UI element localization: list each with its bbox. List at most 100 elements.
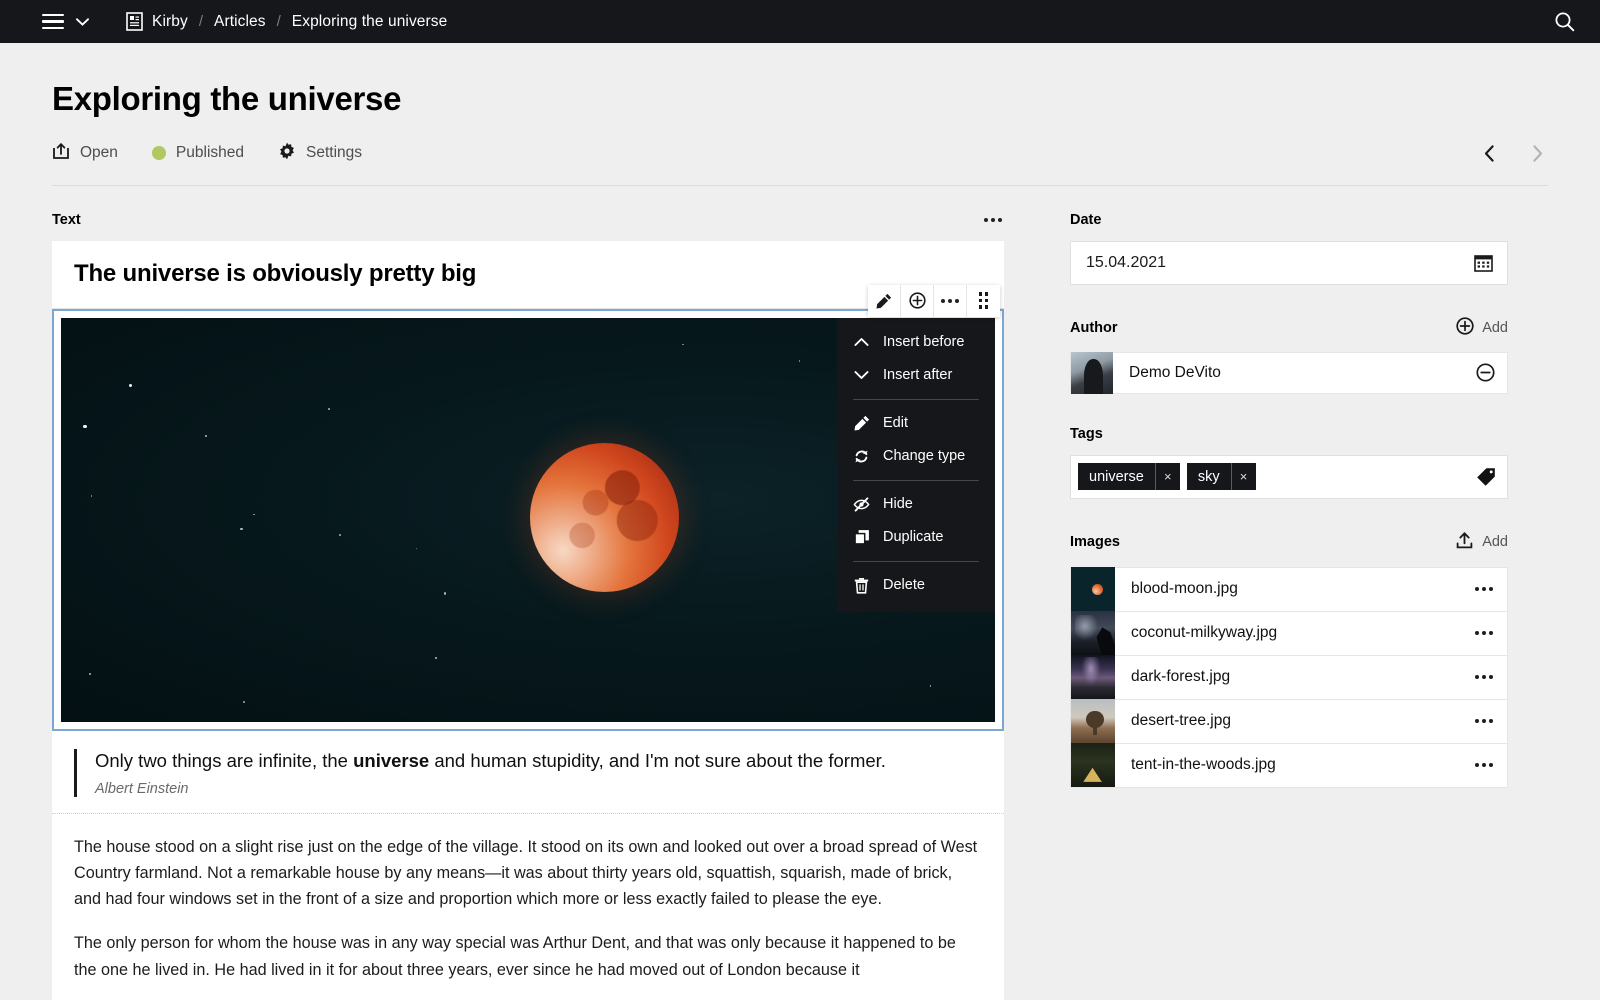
ellipsis-icon[interactable]	[982, 214, 1004, 226]
pencil-icon[interactable]	[868, 285, 901, 317]
thumbnail	[1071, 567, 1115, 611]
quote-inner: Only two things are infinite, the univer…	[74, 749, 982, 797]
page-icon	[126, 12, 143, 31]
author-field-header: Author Add	[1070, 317, 1508, 339]
quote-emphasis: universe	[353, 750, 429, 771]
tag-label: universe	[1078, 469, 1155, 485]
image-filename: blood-moon.jpg	[1115, 580, 1461, 598]
ellipsis-icon[interactable]	[1461, 719, 1507, 723]
menu-separator	[853, 480, 979, 481]
close-icon[interactable]: ×	[1231, 463, 1256, 490]
block-quote[interactable]: Only two things are infinite, the univer…	[52, 731, 1004, 814]
drag-handle-icon[interactable]	[967, 285, 1000, 317]
menu-item-edit[interactable]: Edit	[837, 407, 995, 440]
author-name: Demo DeVito	[1113, 364, 1463, 382]
block-image-selected[interactable]: Insert before Insert after	[52, 309, 1004, 731]
menu-label: Edit	[883, 415, 908, 431]
refresh-icon	[853, 448, 870, 465]
list-item[interactable]: tent-in-the-woods.jpg	[1071, 744, 1507, 788]
menu-item-insert-after[interactable]: Insert after	[837, 359, 995, 392]
list-item[interactable]: coconut-milkyway.jpg	[1071, 612, 1507, 656]
ellipsis-icon[interactable]	[1461, 587, 1507, 591]
breadcrumb-item-articles[interactable]: Articles	[214, 13, 266, 31]
quote-text: Only two things are infinite, the univer…	[95, 749, 982, 774]
date-label: Date	[1070, 212, 1101, 228]
copy-icon	[853, 529, 870, 546]
chevron-down-icon[interactable]	[72, 12, 92, 32]
thumbnail	[1071, 699, 1115, 743]
images-list: blood-moon.jpg coconut-milkyway.jpg dark…	[1070, 567, 1508, 788]
paragraph: The house stood on a slight rise just on…	[74, 834, 982, 913]
menu-item-insert-before[interactable]: Insert before	[837, 326, 995, 359]
list-item[interactable]: blood-moon.jpg	[1071, 568, 1507, 612]
block-toolbar	[868, 285, 1000, 317]
status-button[interactable]: Published	[152, 144, 244, 162]
quote-text-after: and human stupidity, and I'm not sure ab…	[429, 750, 886, 771]
images-add-button[interactable]: Add	[1455, 531, 1508, 554]
text-field-label: Text	[52, 212, 81, 228]
page-container: Exploring the universe Open Published	[0, 43, 1600, 1000]
tag-sky[interactable]: sky ×	[1187, 463, 1256, 490]
date-field: Date 15.04.2021	[1070, 212, 1508, 285]
close-icon[interactable]: ×	[1155, 463, 1180, 490]
menu-item-hide[interactable]: Hide	[837, 488, 995, 521]
list-item[interactable]: desert-tree.jpg	[1071, 700, 1507, 744]
images-field-header: Images Add	[1070, 531, 1508, 554]
blood-moon-graphic	[530, 443, 679, 592]
breadcrumb-item-kirby[interactable]: Kirby	[152, 13, 188, 31]
ellipsis-icon[interactable]	[1461, 763, 1507, 767]
chevron-left-icon[interactable]	[1478, 142, 1500, 164]
tags-label: Tags	[1070, 426, 1103, 442]
menu-item-duplicate[interactable]: Duplicate	[837, 521, 995, 554]
open-external-icon	[52, 142, 70, 165]
minus-circle-icon[interactable]	[1463, 363, 1507, 382]
menu-label: Duplicate	[883, 529, 943, 545]
menu-item-delete[interactable]: Delete	[837, 569, 995, 602]
chevron-right-icon[interactable]	[1526, 142, 1548, 164]
image-filename: coconut-milkyway.jpg	[1115, 624, 1461, 642]
tag-icon[interactable]	[1475, 466, 1497, 488]
text-field-header: Text	[52, 212, 1004, 228]
block-text[interactable]: The house stood on a slight rise just on…	[52, 814, 1004, 1000]
top-navigation-bar: Kirby / Articles / Exploring the univers…	[0, 0, 1600, 43]
images-label: Images	[1070, 534, 1120, 550]
open-label: Open	[80, 144, 118, 162]
images-add-label: Add	[1482, 534, 1508, 550]
block-heading[interactable]: The universe is obviously pretty big	[52, 241, 1004, 309]
date-input[interactable]: 15.04.2021	[1070, 241, 1508, 285]
gear-icon	[278, 142, 296, 165]
avatar	[1071, 352, 1113, 394]
plus-circle-icon[interactable]	[901, 285, 934, 317]
calendar-icon[interactable]	[1472, 252, 1494, 274]
topbar-left-group: Kirby / Articles / Exploring the univers…	[42, 12, 447, 32]
image-filename: tent-in-the-woods.jpg	[1115, 756, 1461, 774]
ellipsis-icon[interactable]	[1461, 675, 1507, 679]
list-item[interactable]: dark-forest.jpg	[1071, 656, 1507, 700]
ellipsis-icon[interactable]	[934, 285, 967, 317]
tags-input[interactable]: universe × sky ×	[1070, 455, 1508, 499]
image-filename: desert-tree.jpg	[1115, 712, 1461, 730]
quote-text-before: Only two things are infinite, the	[95, 750, 353, 771]
thumbnail	[1071, 743, 1115, 787]
menu-item-change-type[interactable]: Change type	[837, 440, 995, 473]
tag-universe[interactable]: universe ×	[1078, 463, 1180, 490]
sidebar-column: Date 15.04.2021	[1070, 212, 1508, 1000]
breadcrumb-item-current[interactable]: Exploring the universe	[292, 13, 448, 31]
chevron-up-icon	[853, 334, 870, 351]
block-image[interactable]: Insert before Insert after	[61, 318, 995, 722]
hamburger-icon[interactable]	[42, 14, 64, 30]
settings-button[interactable]: Settings	[278, 142, 362, 165]
author-row[interactable]: Demo DeVito	[1070, 352, 1508, 394]
block-context-menu: Insert before Insert after	[837, 318, 995, 612]
topbar-right-group	[1550, 8, 1578, 36]
tags-field: Tags universe × sky ×	[1070, 426, 1508, 499]
open-button[interactable]: Open	[52, 142, 118, 165]
menu-label: Hide	[883, 496, 913, 512]
upload-icon	[1455, 531, 1474, 554]
tag-label: sky	[1187, 469, 1231, 485]
search-icon[interactable]	[1550, 8, 1578, 36]
image-filename: dark-forest.jpg	[1115, 668, 1461, 686]
ellipsis-icon[interactable]	[1461, 631, 1507, 635]
author-add-button[interactable]: Add	[1456, 317, 1508, 339]
author-add-label: Add	[1482, 320, 1508, 336]
